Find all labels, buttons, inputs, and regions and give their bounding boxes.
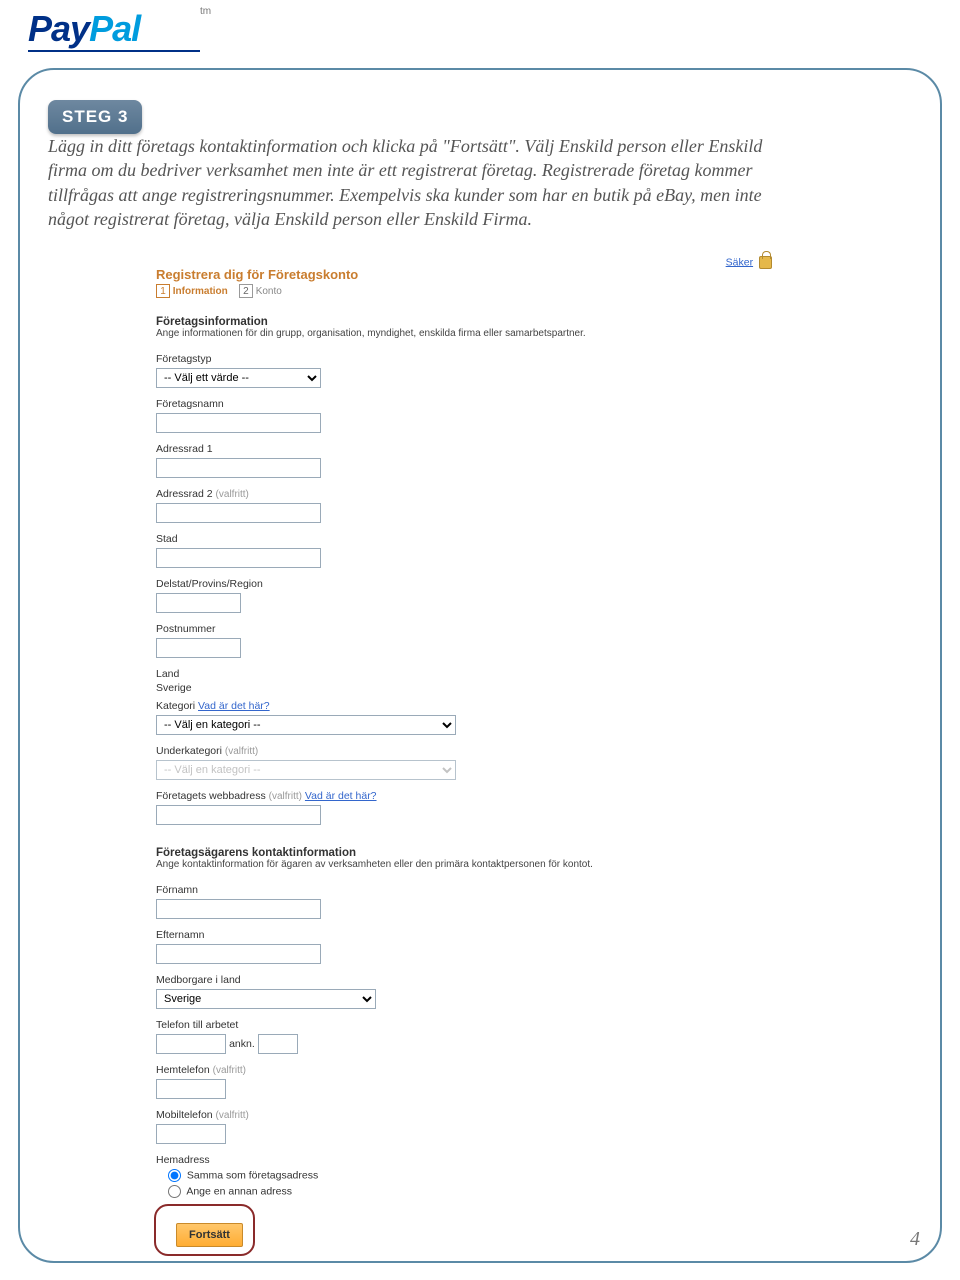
category-help-link[interactable]: Vad är det här?: [198, 700, 270, 712]
web-input[interactable]: [156, 805, 321, 825]
step-2-label: Konto: [256, 286, 282, 297]
paypal-logo: PayPal: [28, 8, 140, 50]
radio-other-label: Ange en annan adress: [186, 1185, 292, 1197]
subcategory-select: -- Välj en kategori --: [156, 760, 456, 780]
mobile-input[interactable]: [156, 1124, 226, 1144]
radio-other-address[interactable]: [168, 1185, 181, 1198]
address2-input[interactable]: [156, 503, 321, 523]
workphone-input[interactable]: [156, 1034, 226, 1054]
lock-icon: [759, 256, 772, 269]
city-label: Stad: [156, 533, 796, 545]
intro-text: Lägg in ditt företags kontaktinformation…: [48, 134, 788, 231]
company-name-label: Företagsnamn: [156, 398, 796, 410]
company-name-input[interactable]: [156, 413, 321, 433]
category-label: Kategori: [156, 700, 195, 712]
logo-text-pal: Pal: [89, 8, 140, 49]
firstname-label: Förnamn: [156, 884, 796, 896]
country-label: Land: [156, 668, 796, 680]
postal-label: Postnummer: [156, 623, 796, 635]
region-input[interactable]: [156, 593, 241, 613]
lastname-label: Efternamn: [156, 929, 796, 941]
content-card: STEG 3 Lägg in ditt företags kontaktinfo…: [18, 68, 942, 1263]
ext-label: ankn.: [229, 1038, 255, 1050]
mobile-label: Mobiltelefon: [156, 1109, 213, 1121]
radio-same-address[interactable]: [168, 1169, 181, 1182]
trademark-text: tm: [200, 6, 211, 17]
company-type-select[interactable]: -- Välj ett värde --: [156, 368, 321, 388]
step-1-box: 1: [156, 284, 170, 298]
city-input[interactable]: [156, 548, 321, 568]
owner-section-heading: Företagsägarens kontaktinformation: [156, 847, 796, 859]
radio-same-label: Samma som företagsadress: [187, 1169, 318, 1181]
page-number: 4: [910, 1228, 920, 1251]
postal-input[interactable]: [156, 638, 241, 658]
category-label-row: Kategori Vad är det här?: [156, 700, 796, 712]
continue-button[interactable]: Fortsätt: [176, 1223, 243, 1247]
owner-section-desc: Ange kontaktinformation för ägaren av ve…: [156, 859, 796, 870]
lastname-input[interactable]: [156, 944, 321, 964]
region-label: Delstat/Provins/Region: [156, 578, 796, 590]
company-section-desc: Ange informationen för din grupp, organi…: [156, 328, 796, 339]
homephone-label: Hemtelefon: [156, 1064, 210, 1076]
homeaddr-label: Hemadress: [156, 1154, 796, 1166]
homephone-label-row: Hemtelefon (valfritt): [156, 1064, 796, 1076]
continue-highlight-circle: Fortsätt: [154, 1204, 255, 1256]
address2-label: Adressrad 2 (valfritt): [156, 488, 796, 500]
homephone-input[interactable]: [156, 1079, 226, 1099]
country-value: Sverige: [156, 682, 796, 694]
web-label: Företagets webbadress: [156, 790, 266, 802]
category-select[interactable]: -- Välj en kategori --: [156, 715, 456, 735]
web-help-link[interactable]: Vad är det här?: [305, 790, 377, 802]
subcategory-label-row: Underkategori (valfritt): [156, 745, 796, 757]
secure-indicator: Säker: [726, 256, 772, 269]
step-indicator: 1 Information 2 Konto: [156, 284, 796, 298]
logo-text-pay: Pay: [28, 8, 89, 49]
web-label-row: Företagets webbadress (valfritt) Vad är …: [156, 790, 796, 802]
ext-input[interactable]: [258, 1034, 298, 1054]
logo-underline: [28, 50, 200, 52]
company-type-label: Företagstyp: [156, 353, 796, 365]
address1-label: Adressrad 1: [156, 443, 796, 455]
step-2-box: 2: [239, 284, 253, 298]
address1-input[interactable]: [156, 458, 321, 478]
firstname-input[interactable]: [156, 899, 321, 919]
workphone-label: Telefon till arbetet: [156, 1019, 796, 1031]
form-title: Registrera dig för Företagskonto: [156, 267, 796, 282]
citizen-select[interactable]: Sverige: [156, 989, 376, 1009]
company-section-heading: Företagsinformation: [156, 316, 796, 328]
step-1-label: Information: [173, 286, 228, 297]
step-badge: STEG 3: [48, 100, 142, 134]
form-area: Registrera dig för Företagskonto 1 Infor…: [156, 267, 796, 1256]
subcategory-label: Underkategori: [156, 745, 222, 757]
secure-link[interactable]: Säker: [726, 256, 753, 268]
mobile-label-row: Mobiltelefon (valfritt): [156, 1109, 796, 1121]
citizen-label: Medborgare i land: [156, 974, 796, 986]
